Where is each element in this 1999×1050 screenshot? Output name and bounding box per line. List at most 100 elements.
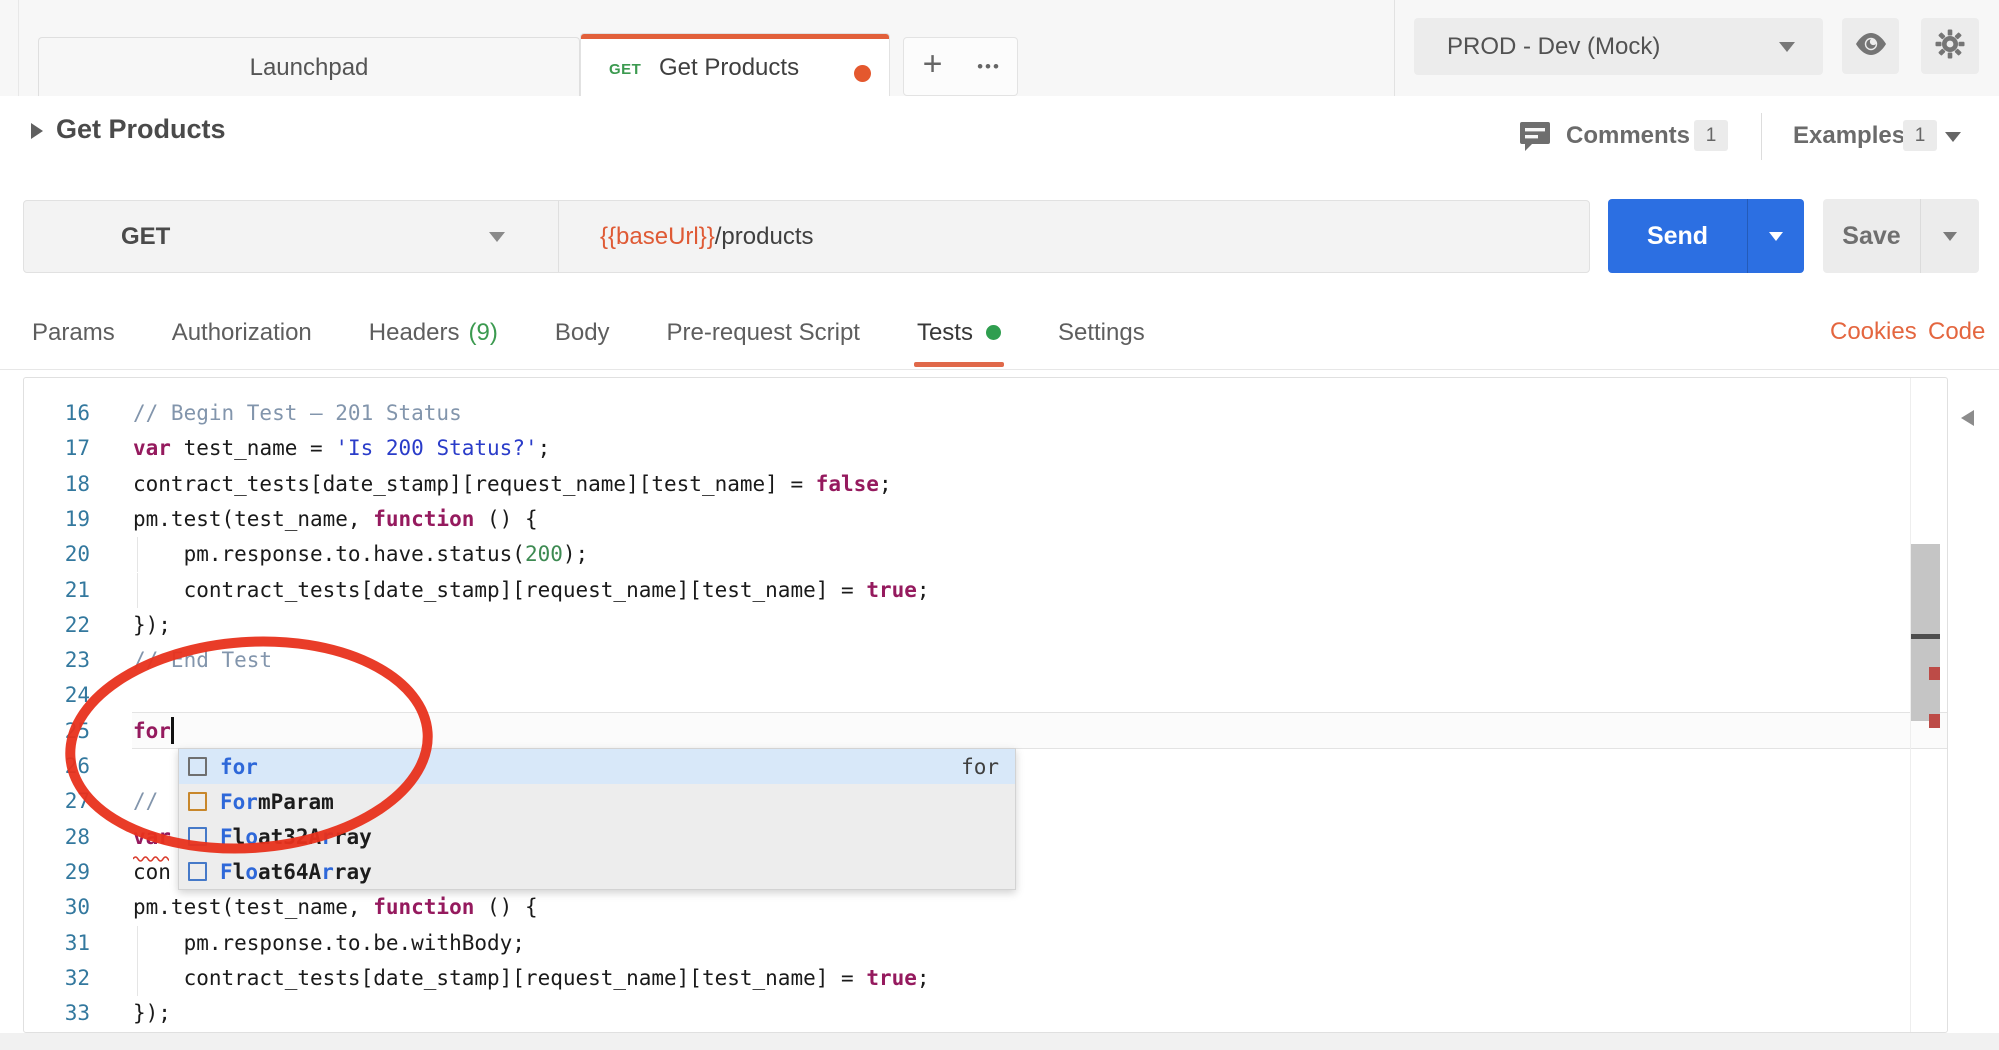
line-number: 30	[24, 890, 90, 925]
collapse-panel-icon[interactable]	[1961, 410, 1974, 426]
tab-body[interactable]: Body	[555, 296, 610, 369]
code-line-31: pm.response.to.be.withBody;	[133, 926, 525, 961]
tab-params[interactable]: Params	[32, 296, 115, 369]
code-line-29: con	[133, 855, 171, 890]
eye-icon	[1854, 31, 1888, 62]
line-number: 33	[24, 996, 90, 1031]
symbol-kind-icon	[188, 792, 207, 811]
cookies-link[interactable]: Cookies	[1830, 318, 1917, 346]
header-divider	[1394, 0, 1395, 96]
environment-selector[interactable]: PROD - Dev (Mock)	[1414, 18, 1823, 75]
code-line-30: pm.test(test_name, function () {	[133, 890, 538, 925]
scrollbar-position-line	[1911, 634, 1940, 639]
new-tab-button[interactable]: +	[903, 37, 962, 96]
send-button[interactable]: Send	[1608, 199, 1747, 273]
text-cursor	[171, 717, 174, 744]
current-line-highlight	[132, 712, 1947, 749]
line-number: 16	[24, 396, 90, 431]
save-button-group: Save	[1823, 199, 1979, 273]
tests-present-dot	[986, 325, 1001, 340]
request-url-row: GET {{baseUrl}}/products Send Save	[0, 178, 1999, 296]
top-bar: Launchpad GET Get Products + ••• PROD - …	[0, 0, 1999, 97]
scrollbar-thumb[interactable]	[1911, 544, 1940, 721]
symbol-kind-icon	[188, 827, 207, 846]
gear-icon	[1934, 28, 1966, 65]
environment-selected-label: PROD - Dev (Mock)	[1447, 18, 1660, 75]
tab-label: Tests	[917, 319, 973, 347]
request-title: Get Products	[56, 114, 226, 145]
tab-count: (9)	[469, 319, 498, 347]
tab-label: Body	[555, 319, 610, 347]
tab-options-button[interactable]: •••	[961, 37, 1018, 96]
line-number: 31	[24, 926, 90, 961]
tab-method-badge: GET	[609, 61, 641, 78]
line-number: 26	[24, 749, 90, 784]
url-input[interactable]: {{baseUrl}}/products	[600, 201, 813, 272]
environment-quicklook-button[interactable]	[1842, 18, 1899, 74]
send-button-group: Send	[1608, 199, 1804, 273]
examples-chevron-icon[interactable]	[1945, 132, 1961, 142]
code-line-19: pm.test(test_name, function () {	[133, 502, 538, 537]
line-number: 22	[24, 608, 90, 643]
method-chevron-icon[interactable]	[489, 232, 505, 242]
error-squiggle	[133, 848, 169, 854]
bottom-band	[0, 1033, 1999, 1050]
examples-count-badge: 1	[1903, 120, 1937, 151]
error-squiggle	[145, 1024, 173, 1030]
code-line-21: contract_tests[date_stamp][request_name]…	[133, 573, 930, 608]
tab-label: Headers	[369, 319, 460, 347]
code-line-23: // End Test	[133, 643, 272, 678]
tab-get-products-label: Get Products	[659, 54, 799, 82]
examples-label[interactable]: Examples	[1793, 122, 1905, 150]
tab-pre-request-script[interactable]: Pre-request Script	[667, 296, 860, 369]
tab-label: Authorization	[172, 319, 312, 347]
autocomplete-item-Float64Array[interactable]: Float64Array	[179, 854, 1015, 889]
chevron-down-icon	[1769, 232, 1783, 241]
tab-headers[interactable]: Headers (9)	[369, 296, 498, 369]
comment-bubble-icon	[1518, 140, 1552, 157]
line-number: 28	[24, 820, 90, 855]
autocomplete-item-FormParam[interactable]: FormParam	[179, 784, 1015, 819]
code-line-32: contract_tests[date_stamp][request_name]…	[133, 961, 930, 996]
tab-tests[interactable]: Tests	[917, 296, 1001, 369]
tests-code-editor[interactable]: 16// Begin Test – 201 Status17var test_n…	[23, 377, 1948, 1033]
tab-settings[interactable]: Settings	[1058, 296, 1145, 369]
comments-button[interactable]	[1518, 119, 1552, 158]
code-line-25: for	[133, 714, 174, 749]
save-button[interactable]: Save	[1823, 199, 1920, 273]
tab-get-products[interactable]: GET Get Products	[580, 33, 890, 97]
code-link[interactable]: Code	[1928, 318, 1985, 346]
tab-authorization[interactable]: Authorization	[172, 296, 312, 369]
send-options-button[interactable]	[1748, 199, 1804, 273]
code-line-20: pm.response.to.have.status(200);	[133, 537, 588, 572]
code-line-27: //	[133, 784, 171, 819]
save-options-button[interactable]	[1921, 199, 1979, 273]
line-number: 32	[24, 961, 90, 996]
sidebar-edge-divider	[18, 0, 19, 96]
autocomplete-item-Float32Array[interactable]: Float32Array	[179, 819, 1015, 854]
request-tabs-row: Params Authorization Headers (9) Body Pre-req…	[0, 296, 1999, 370]
tab-launchpad[interactable]: Launchpad	[38, 37, 580, 97]
line-number: 23	[24, 643, 90, 678]
settings-button[interactable]	[1921, 18, 1979, 74]
code-line-22: });	[133, 608, 171, 643]
line-number: 20	[24, 537, 90, 572]
line-number: 18	[24, 467, 90, 502]
line-number: 17	[24, 431, 90, 466]
scrollbar-error-mark	[1929, 667, 1940, 680]
url-path: /products	[715, 223, 814, 250]
autocomplete-item-for[interactable]: forfor	[179, 749, 1015, 784]
unsaved-changes-dot	[854, 65, 871, 82]
active-tab-accent	[581, 34, 889, 39]
expand-request-icon[interactable]	[31, 123, 43, 139]
line-number: 25	[24, 714, 90, 749]
request-header-row: Get Products Comments 1 Examples 1	[0, 96, 1999, 178]
code-line-17: var test_name = 'Is 200 Status?';	[133, 431, 550, 466]
method-select[interactable]: GET	[121, 201, 170, 272]
comments-count-badge: 1	[1694, 120, 1728, 151]
line-number: 19	[24, 502, 90, 537]
autocomplete-hint: for	[961, 755, 1015, 779]
comments-label[interactable]: Comments	[1566, 122, 1690, 150]
line-number: 29	[24, 855, 90, 890]
tab-label: Settings	[1058, 319, 1145, 347]
